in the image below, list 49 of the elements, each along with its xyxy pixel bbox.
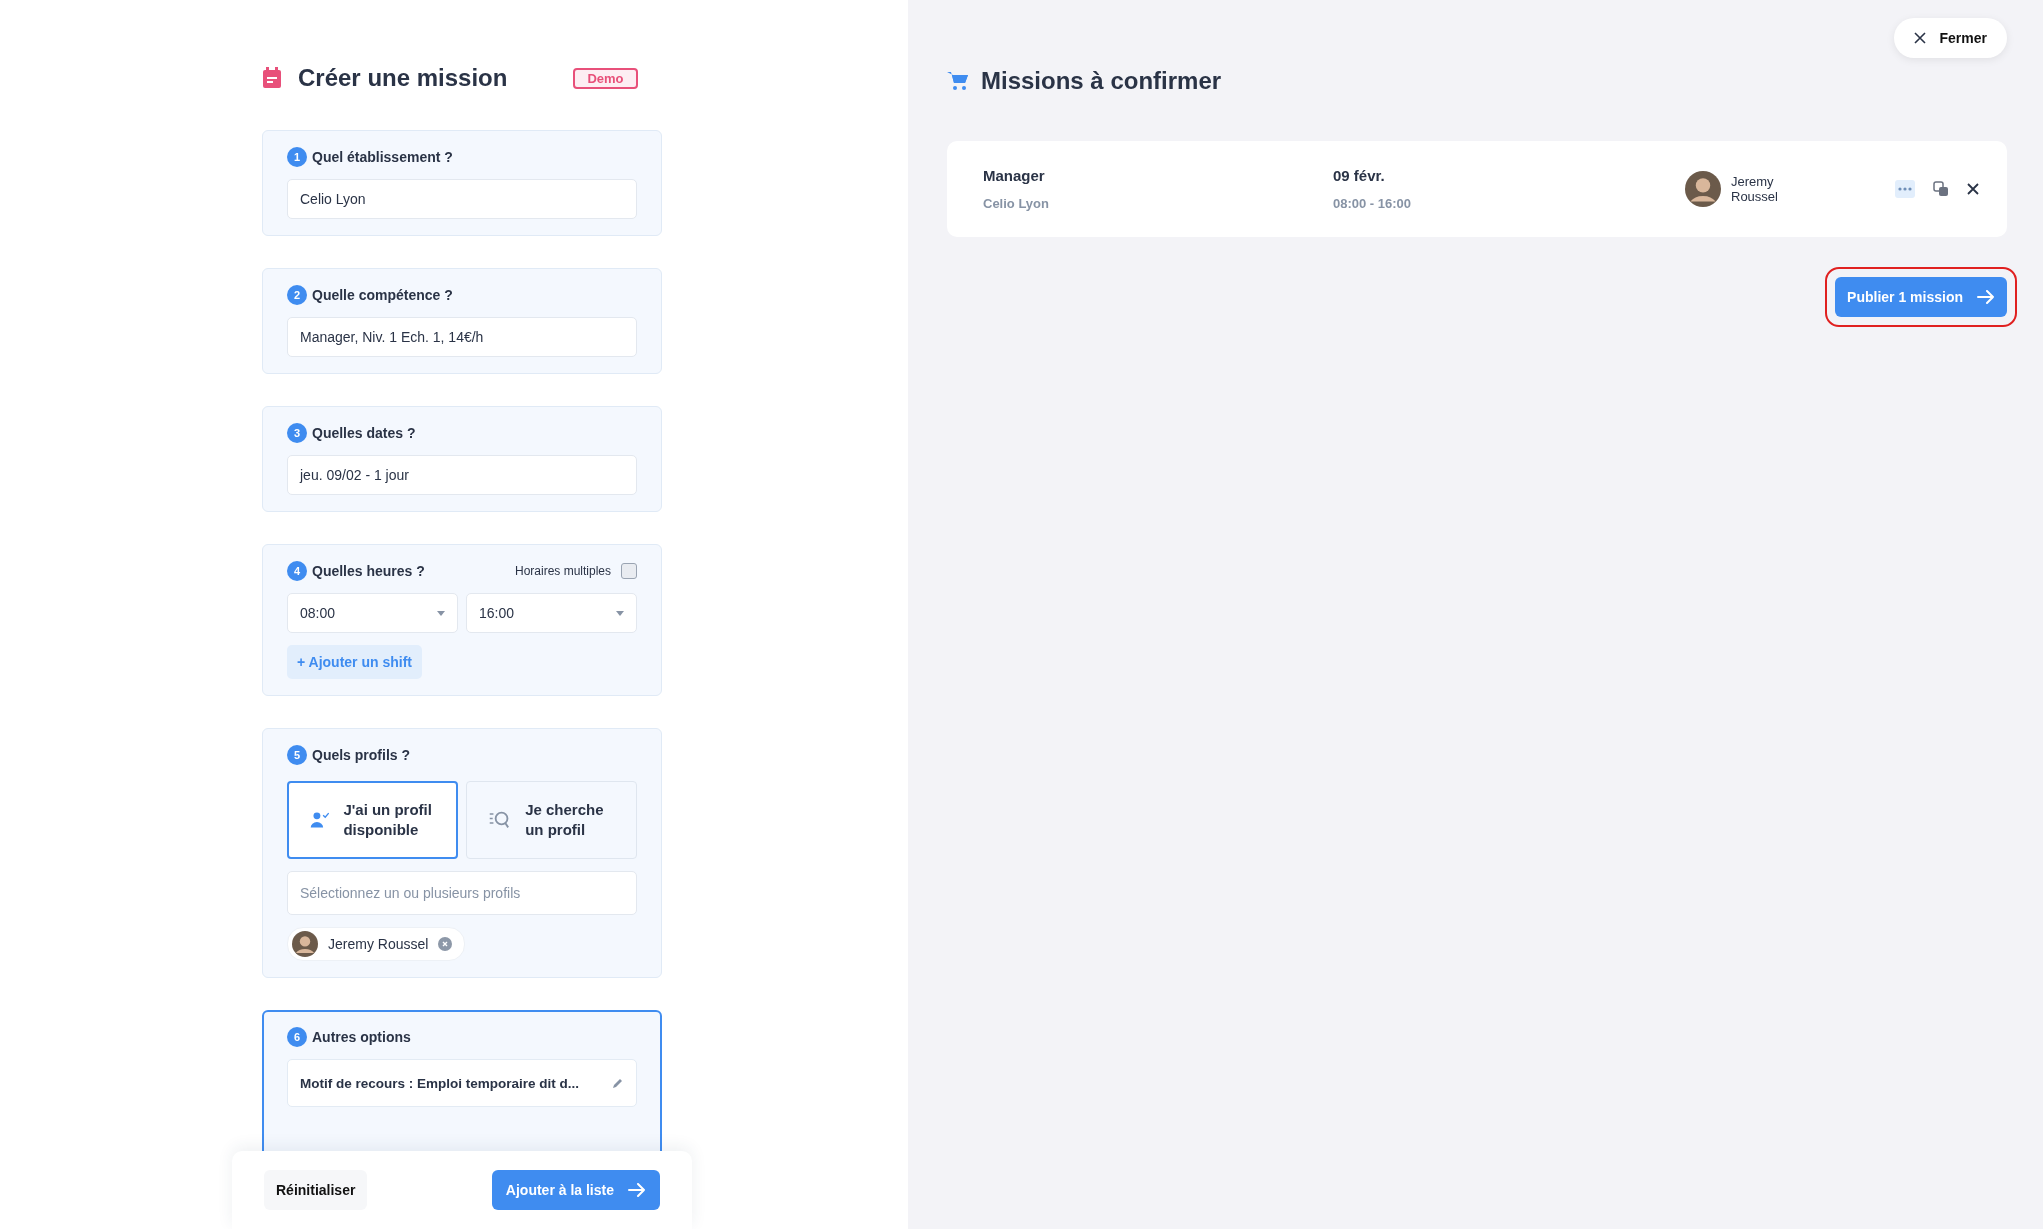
close-icon bbox=[1913, 32, 1926, 44]
cart-title: Missions à confirmer bbox=[981, 67, 1222, 95]
arrow-right-icon bbox=[1977, 290, 1995, 304]
calendar-icon bbox=[262, 67, 282, 89]
more-button[interactable] bbox=[1895, 180, 1915, 198]
option-row[interactable]: Motif de recours : Emploi temporaire dit d... bbox=[287, 1059, 637, 1107]
step-number: 1 bbox=[287, 147, 307, 167]
option-text: Motif de recours : Emploi temporaire dit d... bbox=[300, 1075, 580, 1091]
input-field[interactable]: Celio Lyon bbox=[287, 179, 637, 219]
mission-date: 09 févr. bbox=[1333, 167, 1386, 184]
demo-badge: Demo bbox=[573, 67, 638, 89]
profile-option[interactable]: J'ai un profil disponible bbox=[287, 781, 458, 859]
person-name: Jeremy Roussel bbox=[1731, 174, 1779, 204]
copy-icon[interactable] bbox=[1933, 181, 1949, 197]
mission-place: Celio Lyon bbox=[983, 196, 1050, 211]
caret-icon bbox=[437, 610, 445, 616]
step-number: 5 bbox=[287, 745, 307, 765]
step-number: 3 bbox=[287, 423, 307, 443]
section-title: Quelles heures ? bbox=[312, 563, 425, 579]
avatar-icon bbox=[292, 931, 318, 957]
section-title: Quel établissement ? bbox=[312, 149, 453, 165]
page-title: Créer une mission bbox=[298, 64, 508, 92]
checkbox-label: Horaires multiples bbox=[514, 564, 611, 578]
step-number: 6 bbox=[287, 1027, 307, 1047]
chip-label: Jeremy Roussel bbox=[328, 936, 429, 952]
section-title: Quelles dates ? bbox=[312, 425, 416, 441]
time-select[interactable]: 08:00 bbox=[287, 593, 458, 633]
remove-icon[interactable] bbox=[438, 937, 453, 951]
step-number: 2 bbox=[287, 285, 307, 305]
pencil-icon bbox=[612, 1077, 624, 1089]
profile-option[interactable]: Je cherche un profil bbox=[466, 781, 637, 859]
input-field[interactable]: jeu. 09/02 - 1 jour bbox=[287, 455, 637, 495]
section-title: Autres options bbox=[312, 1029, 411, 1045]
more-icon bbox=[1898, 187, 1912, 191]
step-number: 4 bbox=[287, 561, 307, 581]
arrow-right-icon bbox=[628, 1183, 646, 1197]
close-button[interactable]: Fermer bbox=[1893, 18, 2007, 58]
reset-button[interactable]: Réinitialiser bbox=[264, 1170, 368, 1210]
mission-hours: 08:00 - 16:00 bbox=[1333, 196, 1413, 211]
delete-icon[interactable] bbox=[1967, 183, 1979, 195]
caret-icon bbox=[616, 610, 624, 616]
section-title: Quelle compétence ? bbox=[312, 287, 453, 303]
section-title: Quels profils ? bbox=[312, 747, 410, 763]
time-select[interactable]: 16:00 bbox=[466, 593, 637, 633]
mission-role: Manager bbox=[983, 167, 1046, 184]
avatar-icon bbox=[1685, 171, 1721, 207]
checkbox[interactable] bbox=[621, 563, 637, 579]
cart-icon bbox=[947, 71, 969, 91]
input-field[interactable]: Manager, Niv. 1 Ech. 1, 14€/h bbox=[287, 317, 637, 357]
